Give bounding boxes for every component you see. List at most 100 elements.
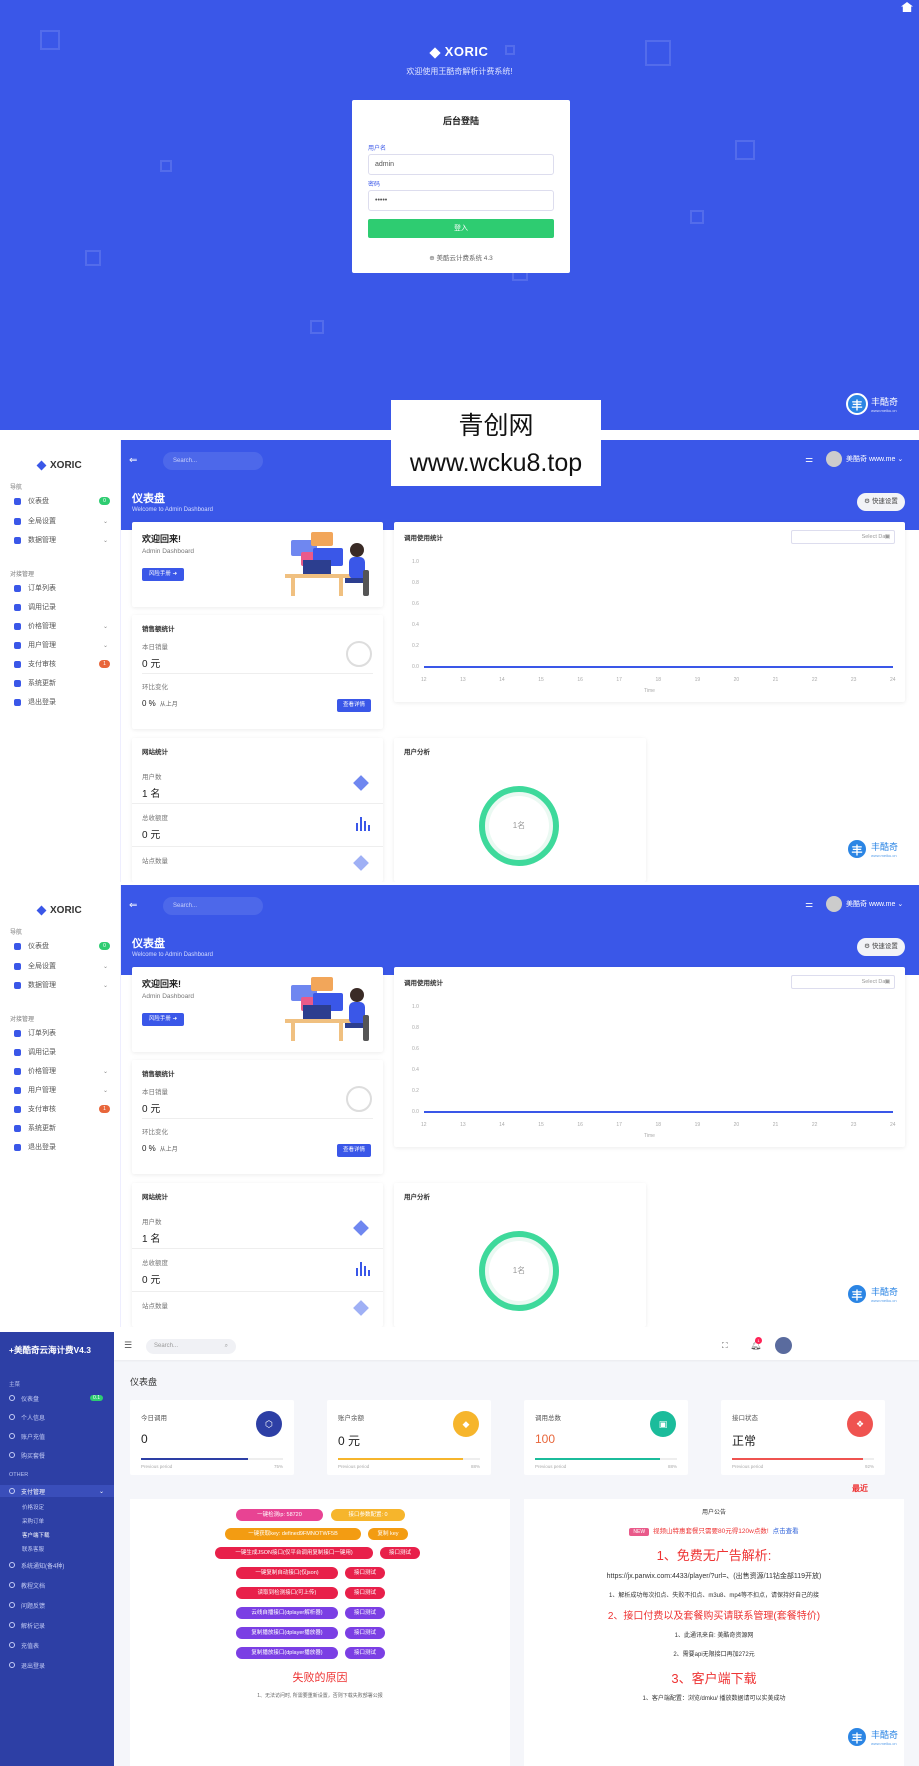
page-subtitle: Welcome to Admin Dashboard xyxy=(132,507,213,513)
orders-value: 0 元 xyxy=(142,830,161,841)
view-link[interactable]: 点击查看 xyxy=(773,1528,799,1535)
sidebar-item-profile[interactable]: 个人信息 xyxy=(9,1411,109,1423)
pill-ip[interactable]: 一键检测ip: 58720 xyxy=(236,1509,323,1521)
test-button[interactable]: 接口测试 xyxy=(345,1567,385,1579)
home-icon[interactable] xyxy=(901,2,913,12)
view-details-button[interactable]: 查看详情 xyxy=(337,1144,371,1157)
users-value: 1 名 xyxy=(142,789,161,800)
sidebar-item-recharge-table[interactable]: 充值表 xyxy=(9,1639,109,1651)
menu-toggle-icon[interactable]: ⇐ xyxy=(129,900,137,911)
sidebar-item-buy-package[interactable]: 购买套餐 xyxy=(9,1449,109,1461)
login-button[interactable]: 登入 xyxy=(368,219,554,238)
sidebar-item-notice[interactable]: 系统通知(备4种) xyxy=(9,1559,109,1571)
copy-key-button[interactable]: 复制 key xyxy=(368,1528,408,1540)
sidebar-item-dashboard[interactable]: 仪表盘 0 xyxy=(14,939,110,953)
line-chart-svg xyxy=(424,666,893,668)
test-button[interactable]: 接口测试 xyxy=(345,1647,385,1659)
cube-icon xyxy=(353,1300,369,1316)
view-details-button[interactable]: 查看详情 xyxy=(337,699,371,712)
sidebar-item-orders[interactable]: 订单列表 xyxy=(14,1026,110,1040)
search-input[interactable]: Search... ⌕ xyxy=(146,1339,236,1354)
sidebar-item-update[interactable]: 系统更新 xyxy=(14,1121,110,1135)
sidebar-item-recharge[interactable]: 账户充值 xyxy=(9,1430,109,1442)
workspace-illustration xyxy=(285,532,369,596)
submenu-item[interactable]: 价格设定 xyxy=(22,1503,44,1511)
manual-button[interactable]: 风险手册 ➜ xyxy=(142,1013,184,1026)
sales-card: 销售额统计 本日销量 0 元 环比变化 0 % 从上月 查看详情 xyxy=(132,1060,383,1174)
test-button[interactable]: 接口测试 xyxy=(345,1587,385,1599)
logo-icon xyxy=(36,460,47,471)
pill-check[interactable]: 读取到检测接口(可上传) xyxy=(236,1587,338,1599)
sidebar-item-data[interactable]: 数据管理 ⌄ xyxy=(14,978,110,992)
progress-ring xyxy=(346,1086,372,1112)
sidebar-item-logout[interactable]: 退出登录 xyxy=(9,1659,109,1671)
login-screen: XORIC 欢迎使用王酷奇解析计费系统! 后台登陆 用户名 admin 密码 •… xyxy=(0,0,919,430)
settings-sliders-icon[interactable]: ⚌ xyxy=(805,454,813,465)
submenu-item[interactable]: 联系客服 xyxy=(22,1545,44,1553)
sidebar-item-dashboard[interactable]: 仪表盘 0 xyxy=(14,494,110,508)
pill-params[interactable]: 接口参数配置: 0 xyxy=(331,1509,405,1521)
sidebar-item-settings[interactable]: 全局设置 ⌄ xyxy=(14,514,110,528)
test-button[interactable]: 接口测试 xyxy=(345,1627,385,1639)
bg-square xyxy=(160,160,172,172)
sidebar-item-price[interactable]: 价格管理 ⌄ xyxy=(14,619,110,633)
sidebar-item-dashboard[interactable]: 仪表盘 0.1 xyxy=(9,1392,109,1404)
search-input[interactable]: Search... xyxy=(163,452,263,470)
manual-button[interactable]: 风险手册 ➜ xyxy=(142,568,184,581)
fullscreen-icon[interactable]: ⛶ xyxy=(722,1341,728,1351)
quick-settings-button[interactable]: ⚙ 快速设置 xyxy=(857,938,905,956)
sidebar-item-payment[interactable]: 支付审核 1 xyxy=(14,1102,110,1116)
notice-text: 1、客户端配置：浏览/dmku/ 播放数据请可以实美成功 xyxy=(642,1696,786,1702)
tools-panel: 一键检测ip: 58720 接口参数配置: 0 一键获取key: defined… xyxy=(130,1499,510,1766)
log-icon xyxy=(9,1622,15,1628)
user-menu[interactable]: 美酷奇 www.me ⌄ xyxy=(826,896,903,912)
app-title[interactable]: +美酷奇云海计费V4.3 xyxy=(9,1344,91,1356)
bell-icon xyxy=(9,1562,15,1568)
pill-dplayer-2[interactable]: 复制播放接口(dplayer播放器) xyxy=(236,1627,338,1639)
update-icon xyxy=(14,679,21,687)
pill-dplayer-1[interactable]: 云线自播接口(dplayer解析器) xyxy=(236,1607,338,1619)
quick-settings-button[interactable]: ⚙ 快速设置 xyxy=(857,493,905,511)
sidebar-item-logout[interactable]: 退出登录 xyxy=(14,695,110,709)
sidebar-item-feedback[interactable]: 问题反馈 xyxy=(9,1599,109,1611)
sidebar-item-users[interactable]: 用户管理 ⌄ xyxy=(14,638,110,652)
password-input[interactable]: ••••• xyxy=(368,190,554,211)
sidebar-item-orders[interactable]: 订单列表 xyxy=(14,581,110,595)
sidebar-item-logout[interactable]: 退出登录 xyxy=(14,1140,110,1154)
sidebar-logo[interactable]: XORIC xyxy=(36,905,82,916)
pill-json[interactable]: 一键生成JSON接口(仅平台调用复制接口一键用) xyxy=(215,1547,373,1559)
settings-sliders-icon[interactable]: ⚌ xyxy=(805,899,813,910)
sidebar-item-data[interactable]: 数据管理 ⌄ xyxy=(14,533,110,547)
pill-dplayer-3[interactable]: 复制播放接口(dplayer播放器) xyxy=(236,1647,338,1659)
menu-toggle-icon[interactable]: ⇐ xyxy=(129,455,137,466)
test-button[interactable]: 接口测试 xyxy=(380,1547,420,1559)
search-input[interactable]: Search... xyxy=(163,897,263,915)
record-icon xyxy=(14,1048,21,1056)
sidebar-item-payment-manage[interactable]: 支付管理 ⌄ xyxy=(0,1485,114,1497)
submenu-item[interactable]: 采购订单 xyxy=(22,1517,44,1525)
avatar[interactable] xyxy=(775,1337,792,1354)
sidebar-item-records[interactable]: 调用记录 xyxy=(14,1045,110,1059)
test-button[interactable]: 接口测试 xyxy=(345,1607,385,1619)
bell-icon[interactable]: 🔔︎ 1 xyxy=(750,1337,762,1351)
pill-auto[interactable]: 一键复制自动接口(仅json) xyxy=(236,1567,338,1579)
line-chart-svg xyxy=(424,1111,893,1113)
sidebar-item-settings[interactable]: 全局设置 ⌄ xyxy=(14,959,110,973)
user-menu[interactable]: 美酷奇 www.me ⌄ xyxy=(826,451,903,467)
site-stats-card: 网站统计 用户数 1 名 总收额度 0 元 站点数量 xyxy=(132,738,383,882)
submenu-item[interactable]: 客户端下载 xyxy=(22,1531,50,1539)
username-input[interactable]: admin xyxy=(368,154,554,175)
nav-header: 对接管理 xyxy=(10,572,35,578)
sidebar-item-records[interactable]: 调用记录 xyxy=(14,600,110,614)
sidebar-item-parse-log[interactable]: 解析记录 xyxy=(9,1619,109,1631)
login-title: 后台登陆 xyxy=(442,116,479,126)
sidebar-item-users[interactable]: 用户管理 ⌄ xyxy=(14,1083,110,1097)
pill-get-key[interactable]: 一键获取key: defined9FMNOTWF5B xyxy=(225,1528,361,1540)
sidebar-logo[interactable]: XORIC xyxy=(36,460,82,471)
sidebar-item-payment[interactable]: 支付审核 1 xyxy=(14,657,110,671)
menu-icon[interactable]: ☰ xyxy=(124,1340,132,1351)
sidebar-item-update[interactable]: 系统更新 xyxy=(14,676,110,690)
stat-card-balance: 账户余额 0 元 ◆ Previous period 88% xyxy=(327,1400,491,1475)
sidebar-item-price[interactable]: 价格管理 ⌄ xyxy=(14,1064,110,1078)
sidebar-item-docs[interactable]: 教程文档 xyxy=(9,1579,109,1591)
